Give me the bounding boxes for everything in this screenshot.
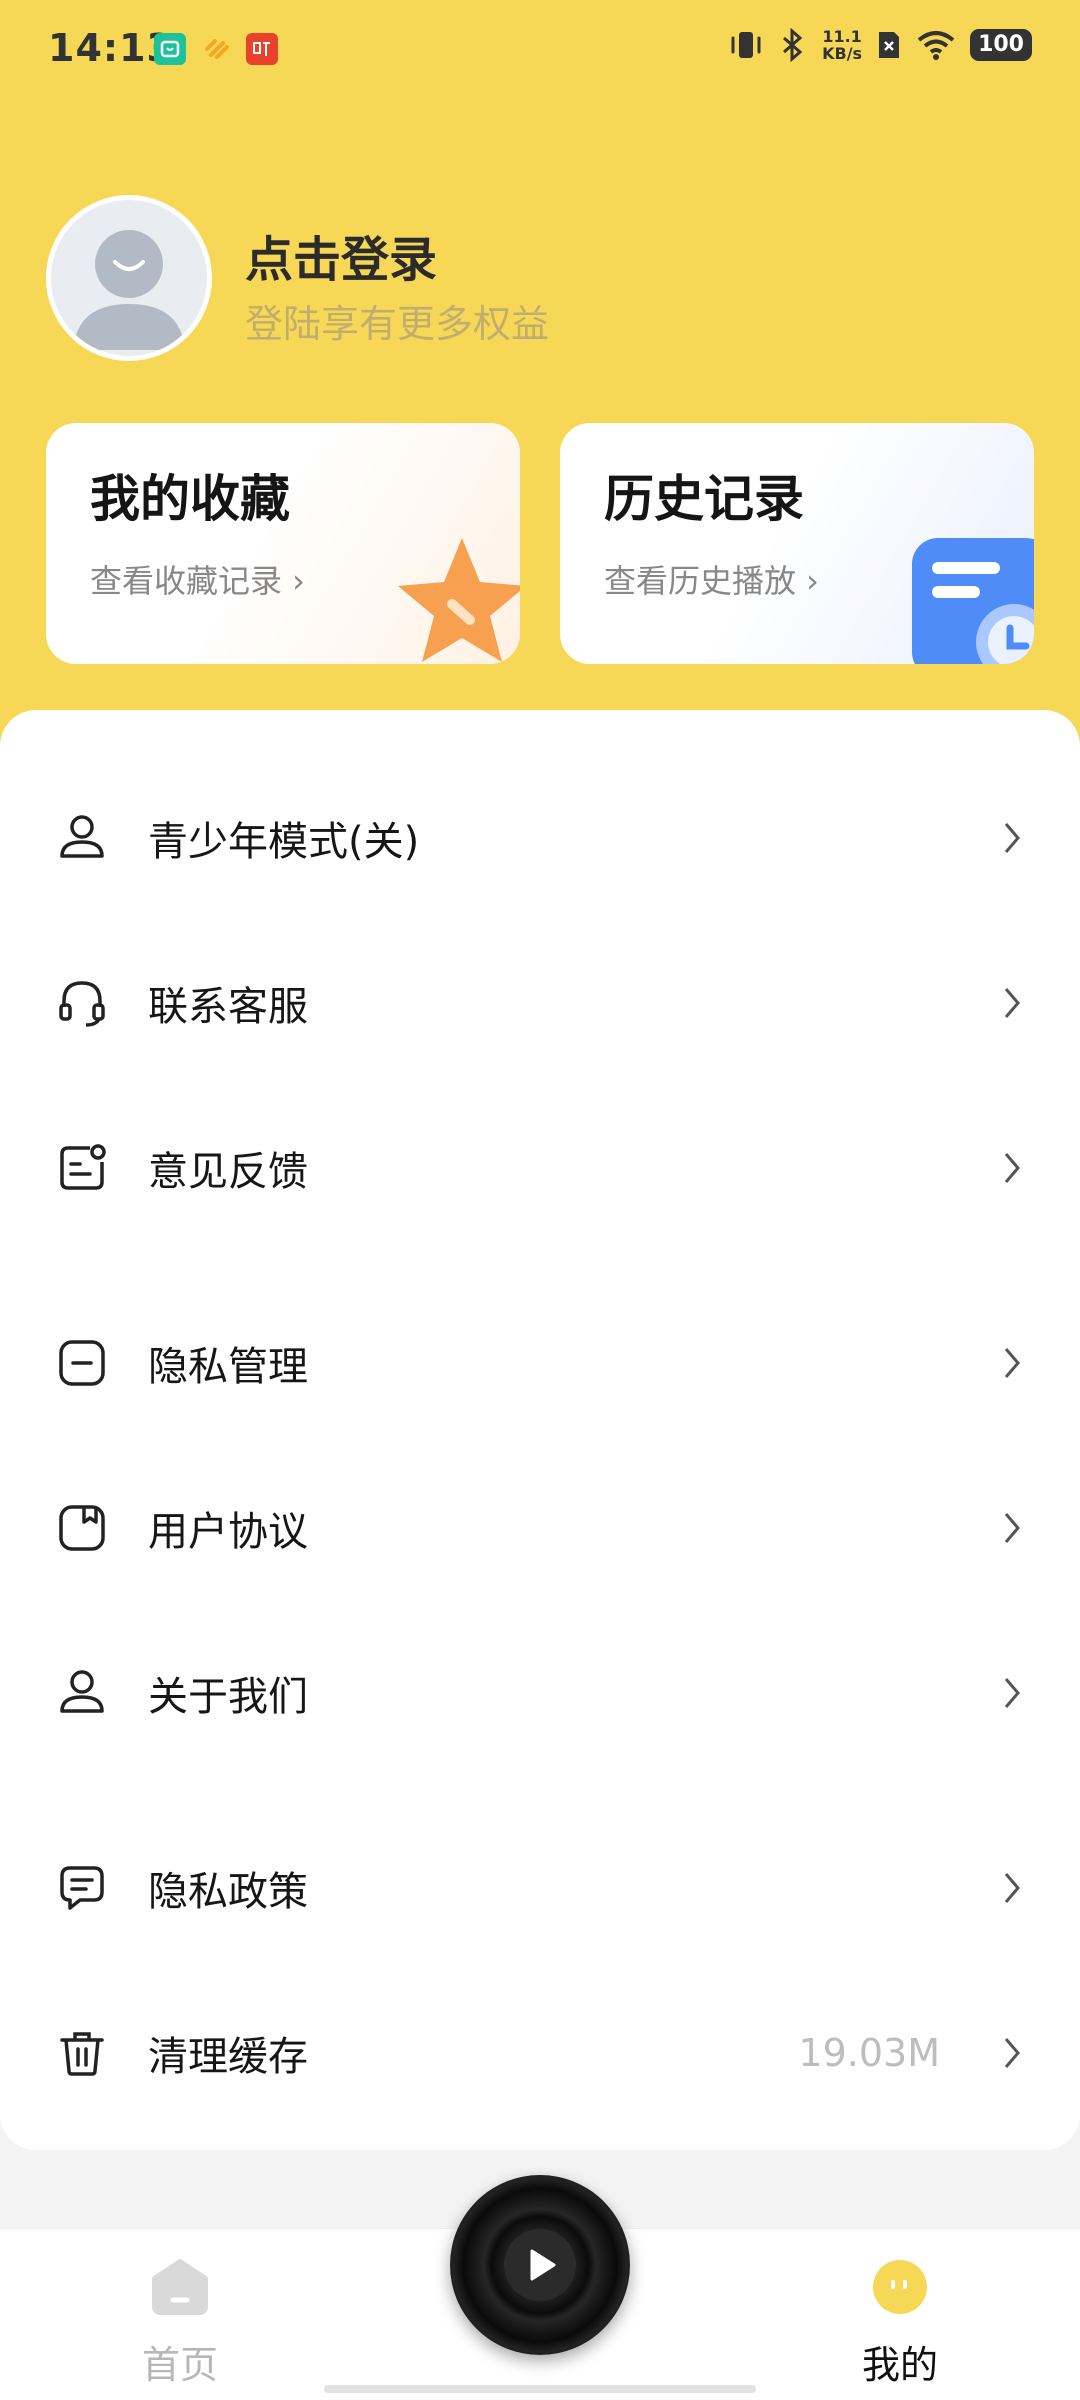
- menu-item-customer-service[interactable]: 联系客服: [0, 943, 1080, 1063]
- nav-mine-label: 我的: [861, 2343, 938, 2387]
- chevron-right-icon: [1004, 1153, 1020, 1183]
- menu-item-label: 隐私政策: [148, 1869, 308, 1915]
- nav-home-label: 首页: [141, 2343, 218, 2387]
- history-doc-icon: [912, 538, 1034, 664]
- avatar[interactable]: [46, 195, 212, 361]
- chevron-right-icon: [1004, 1873, 1020, 1903]
- agreement-icon: [59, 1505, 105, 1551]
- chevron-right-icon: [1004, 1678, 1020, 1708]
- chat-icon: [60, 1866, 104, 1910]
- play-icon: [530, 2249, 556, 2281]
- privacy-minus-icon: [59, 1340, 105, 1386]
- menu-item-label: 关于我们: [148, 1674, 308, 1720]
- app-notification-icon: [246, 33, 278, 65]
- wifi-icon: [917, 31, 955, 60]
- network-speed: 11.1 KB/s: [822, 27, 863, 63]
- menu-item-feedback[interactable]: 意见反馈: [0, 1108, 1080, 1228]
- vibrate-icon: [731, 32, 761, 58]
- trash-icon: [60, 2032, 104, 2076]
- chevron-right-icon: [1004, 988, 1020, 1018]
- favorites-title: 我的收藏: [90, 470, 290, 528]
- play-button[interactable]: [504, 2229, 576, 2301]
- history-card[interactable]: 历史记录 查看历史播放 ›: [560, 423, 1034, 664]
- chevron-right-icon: [1004, 1348, 1020, 1378]
- history-title: 历史记录: [604, 470, 804, 528]
- star-icon: [398, 538, 520, 662]
- bluetooth-icon: [783, 28, 803, 62]
- chevron-right-icon: [1004, 1513, 1020, 1543]
- menu-item-teen-mode[interactable]: 青少年模式(关): [0, 778, 1080, 898]
- login-title[interactable]: 点击登录: [245, 220, 437, 290]
- home-indicator: [324, 2385, 756, 2393]
- status-icons: 11.1 KB/s 100: [728, 28, 1032, 62]
- player-disc-button[interactable]: [450, 2175, 630, 2355]
- login-subtitle: 登陆享有更多权益: [245, 302, 550, 346]
- nav-mine[interactable]: 我的: [820, 2258, 980, 2389]
- user-icon: [60, 815, 104, 858]
- sim-off-icon: [879, 32, 900, 58]
- chevron-right-icon: [1004, 2038, 1020, 2068]
- feedback-icon: [60, 1144, 106, 1190]
- history-subtitle: 查看历史播放 ›: [604, 562, 819, 600]
- menu-item-privacy-policy[interactable]: 隐私政策: [0, 1828, 1080, 1948]
- default-avatar-icon: [73, 230, 185, 350]
- menu-item-label: 用户协议: [148, 1509, 308, 1555]
- menu-item-clear-cache[interactable]: 清理缓存 19.03M: [0, 1993, 1080, 2113]
- menu-item-label: 青少年模式(关): [148, 819, 420, 865]
- chevron-right-icon: [1004, 823, 1020, 853]
- favorites-subtitle: 查看收藏记录 ›: [90, 562, 305, 600]
- menu-item-about-us[interactable]: 关于我们: [0, 1633, 1080, 1753]
- status-bar: 14:13 11.1 KB/s 100: [0, 0, 1080, 100]
- menu-item-user-agreement[interactable]: 用户协议: [0, 1468, 1080, 1588]
- menu-item-label: 意见反馈: [148, 1149, 308, 1195]
- menu-item-label: 清理缓存: [148, 2034, 308, 2080]
- nav-home[interactable]: 首页: [100, 2258, 260, 2389]
- app-notification-icon: [200, 33, 232, 65]
- user-icon: [60, 1670, 104, 1713]
- menu-item-label: 隐私管理: [148, 1344, 308, 1390]
- battery-indicator: 100: [970, 29, 1032, 61]
- cache-size: 19.03M: [798, 2031, 940, 2075]
- menu-item-label: 联系客服: [148, 984, 308, 1030]
- menu-item-privacy-management[interactable]: 隐私管理: [0, 1303, 1080, 1423]
- mine-face-icon: [873, 2260, 927, 2314]
- home-icon: [152, 2259, 208, 2315]
- favorites-card[interactable]: 我的收藏 查看收藏记录 ›: [46, 423, 520, 664]
- app-notification-icon: [154, 33, 186, 65]
- headset-icon: [59, 981, 105, 1027]
